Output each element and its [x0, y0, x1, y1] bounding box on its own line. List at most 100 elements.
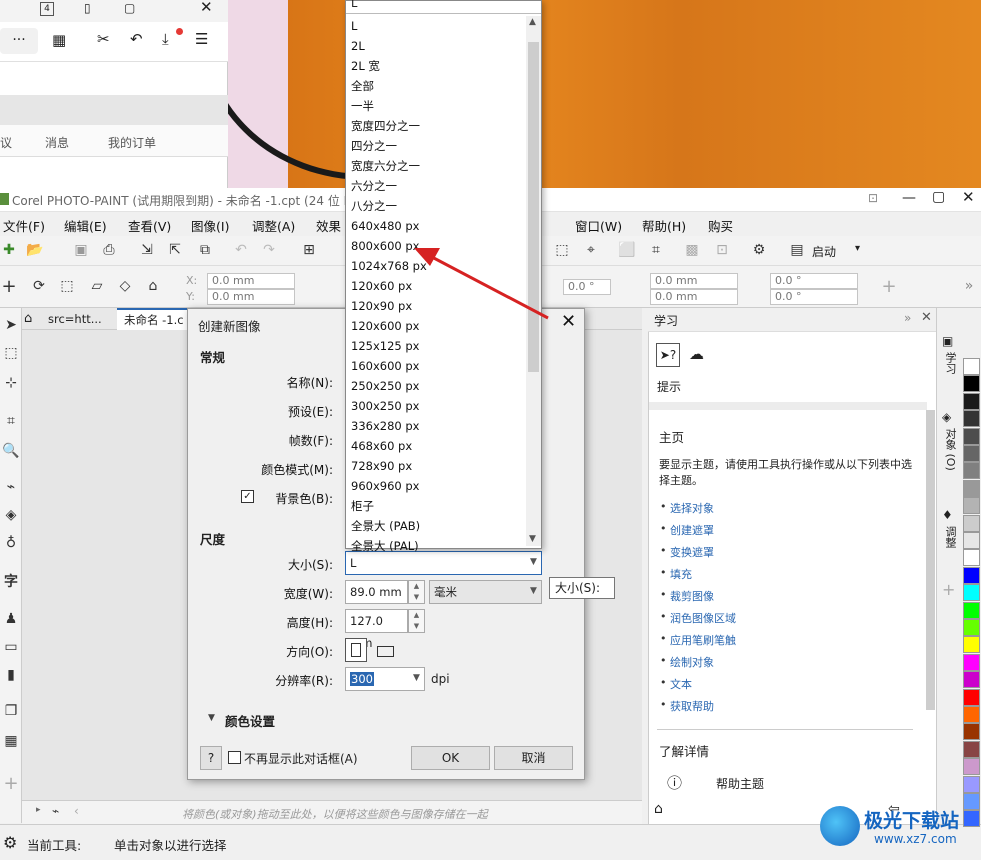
tab-src[interactable]: src=htt... — [48, 312, 102, 326]
minimize-icon[interactable]: — — [902, 190, 916, 206]
dropdown-option[interactable]: 全景大 (PAB) — [351, 516, 420, 536]
link-brush[interactable]: 应用笔刷笔触 — [670, 632, 736, 648]
close-icon[interactable]: ✕ — [962, 188, 975, 206]
a2-input[interactable]: 0.0 ° — [770, 273, 858, 289]
menu-icon[interactable]: ☰ — [195, 30, 208, 48]
menu-view[interactable]: 查看(V) — [128, 216, 171, 235]
redo-icon[interactable]: ↷ — [260, 241, 278, 259]
dropdown-option[interactable]: 336x280 px — [351, 416, 419, 436]
side-tab-learn[interactable]: 学习 — [942, 352, 958, 374]
y-input[interactable]: 0.0 mm — [207, 289, 295, 305]
palette-swatch[interactable] — [963, 462, 980, 480]
palette-swatch[interactable] — [963, 427, 980, 445]
crop-frame-icon[interactable]: ⌗ — [647, 241, 665, 259]
retouch-tool-icon[interactable]: ◈ — [2, 506, 20, 524]
scroll-down-icon[interactable]: ▼ — [529, 534, 536, 544]
dropdown-option[interactable]: 300x250 px — [351, 396, 419, 416]
crop-tool-icon[interactable]: ⌗ — [2, 412, 20, 430]
menu-buy[interactable]: 购买 — [708, 216, 733, 235]
portrait-toggle[interactable] — [345, 638, 367, 662]
x-input[interactable]: 0.0 mm — [207, 273, 295, 289]
eyedropper-tool-icon[interactable]: ⌁ — [2, 478, 20, 496]
community-icon[interactable]: ☁ — [689, 345, 704, 363]
menu-help[interactable]: 帮助(H) — [642, 216, 686, 235]
dont-show-checkbox[interactable] — [228, 751, 241, 764]
dropdown-option[interactable]: 728x90 px — [351, 456, 412, 476]
palette-swatch[interactable] — [963, 619, 980, 636]
hint-tool-icon[interactable]: ➤? — [656, 343, 680, 367]
shadow-tool-icon[interactable]: ❐ — [2, 702, 20, 720]
transform-icon[interactable]: ⬚ — [58, 277, 76, 295]
dropdown-option[interactable]: 250x250 px — [351, 376, 419, 396]
pick-tool-icon[interactable]: ➤ — [2, 316, 20, 334]
overflow-icon[interactable]: » — [960, 277, 978, 295]
palette-swatch[interactable] — [963, 688, 980, 706]
chevron-down-icon[interactable]: ▼ — [530, 557, 537, 567]
maximize-icon[interactable]: ▢ — [124, 1, 135, 15]
eraser-tool-icon[interactable]: ▮ — [2, 666, 20, 684]
maximize-icon[interactable]: ▢ — [932, 189, 945, 205]
dropdown-option[interactable]: 125x125 px — [351, 336, 419, 356]
download-icon[interactable]: ⤓ — [162, 30, 169, 48]
chevron-left-icon[interactable]: ‹ — [74, 804, 79, 818]
apps-grid-icon[interactable]: ▦ — [52, 31, 66, 49]
scroll-up-icon[interactable]: ▲ — [529, 17, 536, 27]
link-help[interactable]: 获取帮助 — [670, 698, 714, 714]
width-stepper[interactable]: ▲ ▼ — [408, 580, 425, 604]
nav-item-orders[interactable]: 我的订单 — [108, 134, 156, 151]
import-icon[interactable]: ⇲ — [138, 241, 156, 259]
unit-select[interactable]: 毫米 — [429, 580, 542, 604]
nav-item[interactable]: 议 — [0, 134, 12, 151]
palette-swatch[interactable] — [963, 671, 980, 689]
palette-swatch[interactable] — [963, 706, 980, 723]
palette-swatch[interactable] — [963, 410, 980, 428]
dropdown-option[interactable]: 宽度四分之一 — [351, 116, 420, 136]
palette-swatch[interactable] — [963, 775, 980, 793]
dropdown-option[interactable]: 960x960 px — [351, 476, 419, 496]
palette-swatch[interactable] — [963, 532, 980, 549]
dropdown-option[interactable]: 640x480 px — [351, 216, 419, 236]
restore-icon[interactable]: ⊡ — [868, 191, 878, 205]
publish-icon[interactable]: ⧉ — [196, 241, 214, 259]
chevron-down-icon[interactable]: ▾ — [855, 243, 860, 254]
rectangle-tool-icon[interactable]: ▭ — [2, 638, 20, 656]
dropdown-option[interactable]: 六分之一 — [351, 176, 397, 196]
home-icon[interactable]: ⌂ — [654, 801, 663, 817]
add-icon[interactable]: + — [880, 276, 898, 297]
palette-swatch[interactable] — [963, 636, 980, 654]
text-tool-icon[interactable]: 字 — [2, 572, 20, 590]
palette-swatch[interactable] — [963, 740, 980, 758]
palette-swatch[interactable] — [963, 375, 980, 393]
menu-adjust[interactable]: 调整(A) — [252, 216, 295, 235]
dropdown-option[interactable]: 2L — [351, 36, 365, 56]
palette-swatch[interactable] — [963, 358, 980, 375]
palette-swatch[interactable] — [963, 514, 980, 532]
chevron-down-icon[interactable]: ▼ — [530, 586, 537, 596]
zoom-tool-icon[interactable]: 🔍 — [2, 442, 20, 460]
close-icon[interactable]: ✕ — [200, 0, 213, 16]
palette-swatch[interactable] — [963, 601, 980, 619]
menu-window[interactable]: 窗口(W) — [575, 216, 622, 235]
palette-swatch[interactable] — [963, 758, 980, 776]
gear-icon[interactable]: ⚙ — [750, 241, 768, 259]
palette-swatch[interactable] — [963, 653, 980, 671]
cancel-button[interactable]: 取消 — [494, 746, 573, 770]
link-create-mask[interactable]: 创建遮罩 — [670, 522, 714, 538]
open-icon[interactable]: 📂 — [26, 241, 44, 259]
width-input[interactable]: 89.0 mm — [345, 580, 408, 604]
rotate-icon[interactable]: ⟳ — [30, 277, 48, 295]
launch-icon[interactable]: ▤ — [788, 241, 806, 259]
palette-swatch[interactable] — [963, 584, 980, 602]
play-icon[interactable]: ▸ — [36, 805, 41, 815]
dropdown-option[interactable]: 全部 — [351, 76, 374, 96]
palette-swatch[interactable] — [963, 392, 980, 410]
chevron-down-icon[interactable]: ▼ — [413, 673, 420, 683]
gear-icon[interactable]: ⚙ — [3, 833, 17, 852]
marquee-icon[interactable]: ⬜ — [618, 241, 636, 259]
dropdown-option[interactable]: 2L 宽 — [351, 56, 380, 76]
brush-mask-icon[interactable]: ⌖ — [582, 241, 600, 259]
grid-icon[interactable]: ▩ — [683, 241, 701, 259]
expand-icon[interactable]: ▼ — [208, 713, 215, 723]
link-draw[interactable]: 绘制对象 — [670, 654, 714, 670]
a3-input[interactable]: 0.0 ° — [770, 289, 858, 305]
